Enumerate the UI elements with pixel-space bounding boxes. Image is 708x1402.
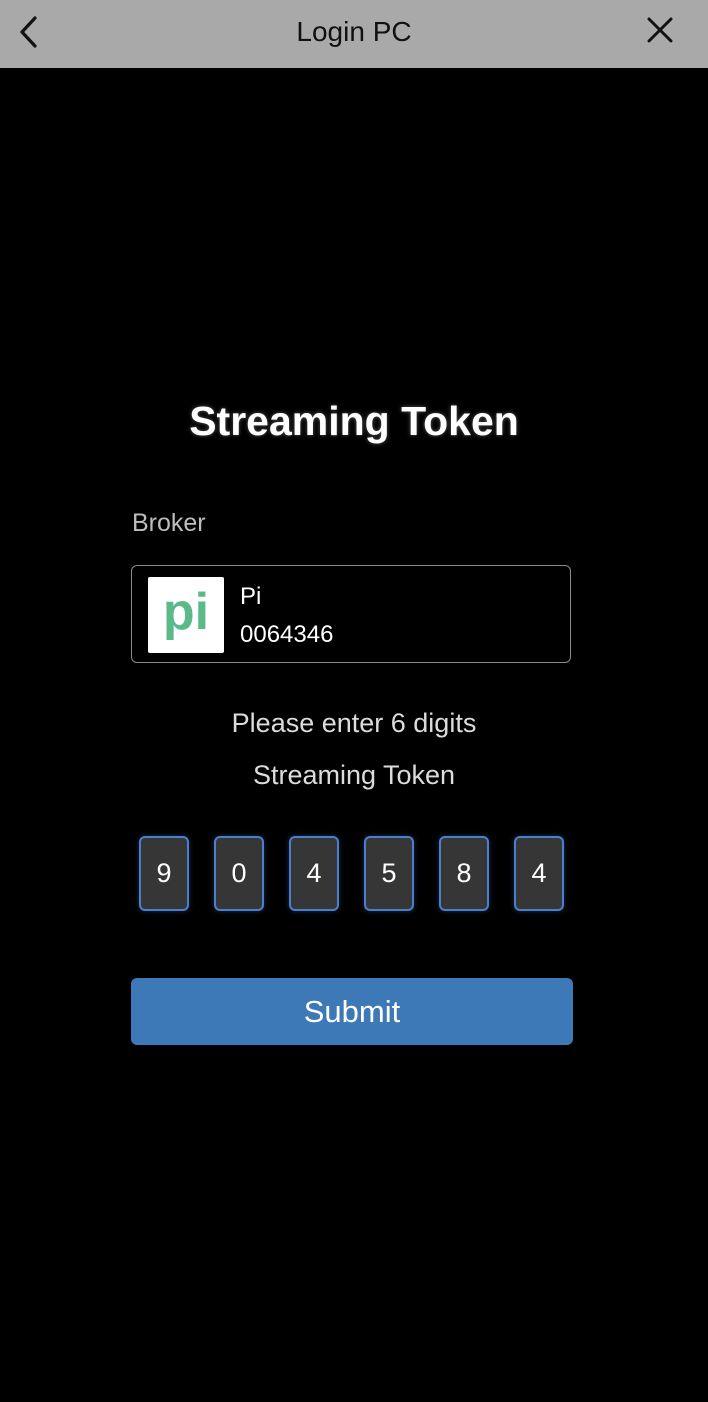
- instruction-text: Please enter 6 digits: [231, 708, 477, 738]
- submit-button[interactable]: Submit: [131, 978, 573, 1045]
- broker-card[interactable]: pi Pi 0064346: [131, 565, 571, 663]
- token-digit-6[interactable]: 4: [514, 836, 564, 911]
- pi-logo-icon: pi: [163, 585, 209, 641]
- instruction-subtext: Streaming Token: [252, 760, 456, 790]
- token-digit-1[interactable]: 9: [139, 836, 189, 911]
- svg-text:pi: pi: [163, 585, 209, 641]
- token-digit-4[interactable]: 5: [364, 836, 414, 911]
- broker-name: Pi: [240, 583, 262, 610]
- token-digit-inputs: 9 0 4 5 8 4: [0, 836, 708, 912]
- close-icon: [647, 17, 673, 43]
- header-title: Login PC: [296, 16, 412, 47]
- close-button[interactable]: [638, 10, 682, 50]
- token-digit-3[interactable]: 4: [289, 836, 339, 911]
- broker-logo: pi: [148, 577, 224, 653]
- broker-label: Broker: [132, 509, 206, 537]
- token-digit-2[interactable]: 0: [214, 836, 264, 911]
- header-bar: Login PC: [0, 0, 708, 68]
- page-title: Streaming Token: [189, 398, 519, 444]
- broker-account-number: 0064346: [240, 621, 334, 648]
- streaming-token-screen: Login PC Streaming Token Broker pi Pi 00…: [0, 0, 708, 1402]
- token-digit-5[interactable]: 8: [439, 836, 489, 911]
